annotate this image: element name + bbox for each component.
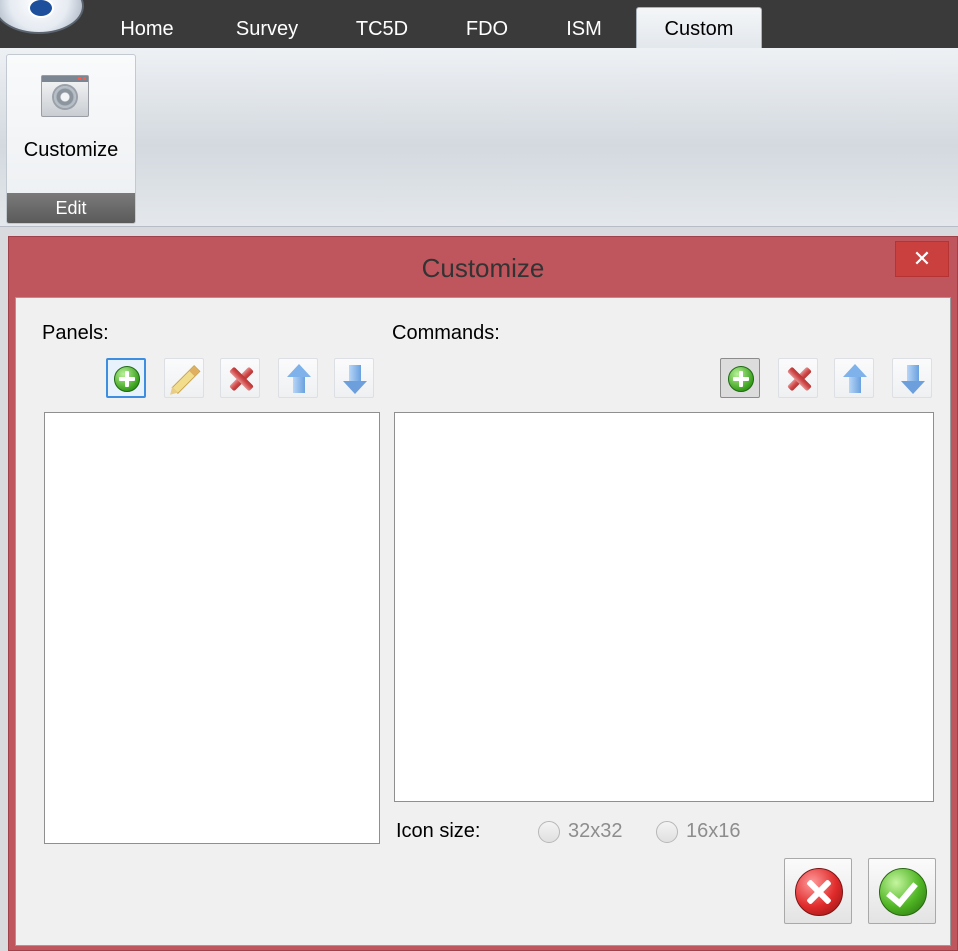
move-up-icon (843, 364, 867, 394)
move-panel-down-button[interactable] (334, 358, 374, 398)
tab-ism[interactable]: ISM (552, 8, 616, 48)
group-label-edit: Edit (7, 193, 135, 223)
move-up-icon (287, 364, 311, 394)
commands-label: Commands: (392, 322, 500, 344)
ribbon-group-edit: Customize Edit (6, 54, 136, 224)
app-logo-icon (28, 0, 54, 18)
cancel-button[interactable] (784, 858, 852, 924)
delete-command-button[interactable] (778, 358, 818, 398)
tab-fdo[interactable]: FDO (452, 8, 522, 48)
ribbon-panel: Customize Edit (0, 48, 958, 227)
move-command-up-button[interactable] (834, 358, 874, 398)
move-down-icon (343, 364, 367, 394)
green-circle-check-icon (879, 868, 927, 916)
red-circle-x-icon (795, 868, 843, 916)
move-down-icon (901, 364, 925, 394)
add-icon (728, 366, 754, 392)
move-panel-up-button[interactable] (278, 358, 318, 398)
customize-ribbon-button[interactable]: Customize (9, 57, 133, 185)
icon-size-16-label: 16x16 (686, 820, 741, 842)
panels-label: Panels: (42, 322, 109, 344)
customize-button-label: Customize (23, 139, 119, 161)
edit-panel-button[interactable] (164, 358, 204, 398)
tab-tc5d[interactable]: TC5D (344, 8, 420, 48)
tab-custom[interactable]: Custom (636, 7, 762, 49)
ribbon-tab-bar: Home Survey TC5D FDO ISM Custom (0, 0, 958, 49)
icon-size-32-label: 32x32 (568, 820, 623, 842)
delete-icon (785, 365, 813, 393)
gear-icon (54, 86, 76, 108)
delete-panel-button[interactable] (220, 358, 260, 398)
add-icon (114, 366, 140, 392)
application-menu-button[interactable] (0, 0, 84, 34)
add-panel-button[interactable] (106, 358, 146, 398)
tab-survey[interactable]: Survey (220, 8, 314, 48)
commands-list[interactable] (394, 412, 934, 802)
edit-pencil-icon (171, 365, 201, 394)
icon-size-32-radio[interactable] (538, 821, 560, 843)
delete-icon (227, 365, 255, 393)
customize-window-gear-icon (41, 75, 89, 117)
dialog-close-button[interactable]: ✕ (895, 241, 949, 277)
dialog-content: Panels: Commands: Icon size: 32x32 16x16 (15, 297, 951, 946)
move-command-down-button[interactable] (892, 358, 932, 398)
customize-dialog: Customize ✕ Panels: Commands: Icon size:… (8, 236, 958, 951)
icon-size-label: Icon size: (396, 820, 481, 842)
panels-list[interactable] (44, 412, 380, 844)
icon-size-16-radio[interactable] (656, 821, 678, 843)
dialog-title: Customize (421, 253, 545, 283)
tab-home[interactable]: Home (104, 8, 190, 48)
add-command-button[interactable] (720, 358, 760, 398)
ok-button[interactable] (868, 858, 936, 924)
